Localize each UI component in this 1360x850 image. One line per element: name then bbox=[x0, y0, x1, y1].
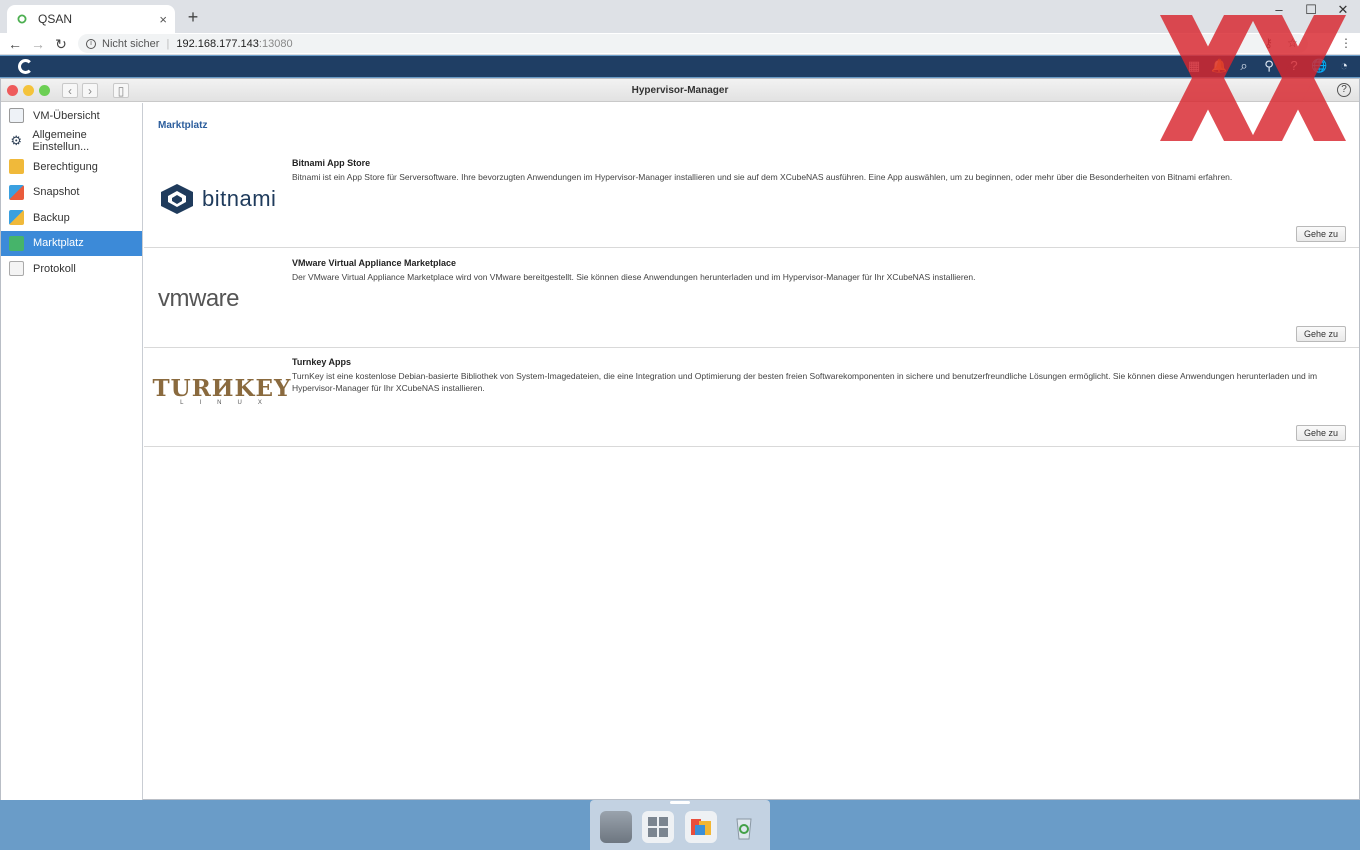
window-titlebar: ‹ › ▯ Hypervisor-Manager ? bbox=[1, 79, 1359, 102]
sidebar-item-backup[interactable]: Backup bbox=[1, 205, 142, 231]
dock bbox=[590, 800, 770, 850]
browser-tab[interactable]: QSAN × bbox=[7, 5, 175, 33]
app-center-grid-icon[interactable] bbox=[642, 811, 674, 843]
app-name: Bitnami App Store bbox=[292, 158, 371, 168]
log-icon bbox=[9, 261, 24, 277]
info-icon[interactable]: i bbox=[86, 38, 96, 49]
forward-arrow-icon[interactable]: → bbox=[27, 33, 49, 55]
vm-overview-icon bbox=[9, 108, 24, 124]
reload-icon[interactable]: ↻ bbox=[50, 33, 72, 55]
qsan-logo-icon[interactable] bbox=[18, 59, 33, 74]
sidebar: VM-Übersicht ⚙ Allgemeine Einstellun... … bbox=[1, 103, 143, 800]
sidebar-item-permission[interactable]: Berechtigung bbox=[1, 154, 142, 180]
goto-button[interactable]: Gehe zu bbox=[1296, 226, 1346, 242]
new-tab-button[interactable]: + bbox=[183, 6, 203, 28]
url-port: :13080 bbox=[258, 37, 293, 50]
security-label: Nicht sicher bbox=[102, 37, 160, 50]
sidebar-item-label: Snapshot bbox=[33, 186, 80, 199]
sidebar-item-label: VM-Übersicht bbox=[33, 109, 100, 122]
watermark-xx-logo bbox=[1160, 15, 1346, 141]
goto-button[interactable]: Gehe zu bbox=[1296, 425, 1346, 441]
vmware-logo: vmware bbox=[158, 279, 286, 319]
sidebar-item-label: Backup bbox=[33, 211, 70, 224]
sidebar-item-label: Protokoll bbox=[33, 262, 76, 275]
qsan-top-bar: ▦ 🔔 ⌕ ⚲ ? 🌐 ◔ bbox=[0, 56, 1360, 77]
sidebar-item-label: Allgemeine Einstellun... bbox=[32, 129, 90, 154]
page-title: Marktplatz bbox=[158, 120, 208, 131]
goto-button[interactable]: Gehe zu bbox=[1296, 326, 1346, 342]
app-description: Der VMware Virtual Appliance Marketplace… bbox=[292, 272, 976, 282]
back-arrow-icon[interactable]: ← bbox=[4, 33, 26, 55]
sidebar-item-vm-overview[interactable]: VM-Übersicht bbox=[1, 103, 142, 129]
app-card-bitnami: bitnami Bitnami App Store Bitnami ist ei… bbox=[144, 149, 1359, 248]
main-content: Marktplatz bitnami Bitnami App Store Bit… bbox=[144, 103, 1359, 800]
app-description: Bitnami ist ein App Store für Serversoft… bbox=[292, 172, 1233, 182]
storage-manager-icon[interactable] bbox=[600, 811, 632, 843]
tab-close-icon[interactable]: × bbox=[159, 12, 167, 27]
dock-handle[interactable] bbox=[670, 801, 690, 804]
settings-gear-icon: ⚙ bbox=[10, 133, 23, 149]
bitnami-hexagon-icon bbox=[161, 184, 193, 214]
bitnami-logo: bitnami bbox=[158, 179, 286, 219]
app-description: TurnKey ist eine kostenlose Debian-basie… bbox=[292, 371, 1318, 393]
sidebar-item-label: Marktplatz bbox=[33, 237, 84, 250]
address-separator: | bbox=[166, 37, 170, 50]
browser-toolbar: ← → ↻ i Nicht sicher | 192.168.177.143 :… bbox=[0, 33, 1360, 55]
turnkey-logo: TURИKEY LINUX bbox=[153, 377, 291, 418]
qsan-favicon-icon bbox=[15, 12, 29, 26]
hypervisor-manager-window: ‹ › ▯ Hypervisor-Manager ? VM-Übersicht … bbox=[0, 78, 1360, 800]
browser-tab-bar: QSAN × + – ☐ ✕ bbox=[0, 0, 1360, 33]
sidebar-item-label: Berechtigung bbox=[33, 160, 98, 173]
app-card-turnkey: TURИKEY LINUX Turnkey Apps TurnKey ist e… bbox=[144, 348, 1359, 447]
lock-folder-icon bbox=[9, 159, 24, 175]
url-host: 192.168.177.143 bbox=[176, 37, 259, 50]
sidebar-item-log[interactable]: Protokoll bbox=[1, 256, 142, 282]
turnkey-logo-text: TURИKEY bbox=[152, 375, 292, 402]
backup-icon bbox=[9, 210, 24, 226]
file-explorer-icon[interactable] bbox=[685, 811, 717, 843]
sidebar-item-general-settings[interactable]: ⚙ Allgemeine Einstellun... bbox=[1, 129, 142, 155]
vmware-logo-text: vmware bbox=[158, 285, 240, 312]
app-name: Turnkey Apps bbox=[292, 357, 352, 367]
app-name: VMware Virtual Appliance Marketplace bbox=[292, 258, 457, 268]
snapshot-icon bbox=[9, 184, 24, 200]
sidebar-item-marketplace[interactable]: Marktplatz bbox=[1, 230, 142, 256]
recycle-bin-icon[interactable] bbox=[728, 811, 760, 843]
turnkey-logo-subtext: LINUX bbox=[180, 400, 278, 406]
app-card-vmware: vmware VMware Virtual Appliance Marketpl… bbox=[144, 249, 1359, 348]
tab-title: QSAN bbox=[38, 12, 73, 26]
sidebar-item-snapshot[interactable]: Snapshot bbox=[1, 180, 142, 206]
marketplace-icon bbox=[9, 235, 24, 251]
address-bar[interactable]: i Nicht sicher | 192.168.177.143 :13080 bbox=[78, 34, 1308, 53]
bitnami-logo-text: bitnami bbox=[202, 186, 277, 211]
window-title: Hypervisor-Manager bbox=[631, 85, 729, 96]
